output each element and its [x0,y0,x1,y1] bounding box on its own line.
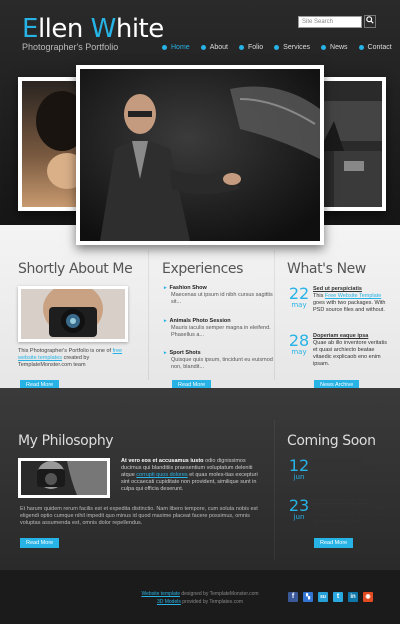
coming-read-more-button[interactable]: Read More [314,538,354,548]
section-title-coming-soon: Coming Soon [287,433,376,449]
nav-services[interactable]: Services [274,44,310,51]
news-item: 22 may Sed ut perspiciatis This Free Web… [288,284,386,314]
nav-folio[interactable]: Folio [238,44,263,51]
divider [274,420,275,560]
search-button[interactable] [364,15,376,28]
about-photo [18,286,128,342]
section-title-philosophy: My Philosophy [18,433,114,449]
news-date: 28 may [288,331,310,356]
coming-item: 23 jun Doperiam eaque ipsa Quae ab illo … [288,496,388,526]
about-text: This Photographer's Portfolio is one of … [18,348,123,368]
news-link[interactable]: Free Website Template [325,293,381,299]
philosophy-text: Et harum quidem rerum facilis est et exp… [20,506,258,526]
section-title-about: Shortly About Me [18,261,133,277]
linkedin-icon[interactable]: in [348,592,358,602]
photo-image [21,461,107,495]
bullet-icon [238,45,244,50]
bullet-icon [200,45,206,50]
photo-image [21,289,125,339]
philosophy-lead: At vero eos et accusamus iusto odio dign… [121,458,258,492]
nav-about[interactable]: About [200,44,228,51]
news-date: 22 may [288,284,310,309]
stumbleupon-icon[interactable]: su [318,592,328,602]
delicious-icon[interactable]: ▚ [303,592,313,602]
nav-home[interactable]: Home [162,44,190,51]
twitter-icon[interactable]: t [333,592,343,602]
divider [148,250,149,380]
section-title-experiences: Experiences [162,261,243,277]
coming-item: 12 jun Sed ut perspiciatis Unde omnis is… [288,456,389,486]
search-input[interactable]: Site Search [298,16,362,28]
experience-item: Animals Photo Session Mauris iaculis sem… [164,318,274,339]
tagline: Photographer's Portfolio [22,42,119,52]
news-item: 28 may Doperiam eaque ipsa Quae ab illo … [288,331,387,368]
facebook-icon[interactable]: f [288,592,298,602]
philosophy-photo [18,458,110,498]
photo-image [314,81,382,207]
rss-icon[interactable]: ◉ [363,592,373,602]
main-nav: Home About Folio Services News Contact [162,44,400,51]
philosophy-link[interactable]: corrupti quos dolores [136,472,187,478]
search-icon [366,16,374,24]
footer-link[interactable]: Website template [141,591,180,597]
nav-contact[interactable]: Contact [358,44,392,51]
logo[interactable]: Ellen White [22,14,164,44]
divider [274,250,275,380]
photo-image [80,69,320,241]
photo-image [22,81,84,207]
philosophy-read-more-button[interactable]: Read More [20,538,60,548]
coming-date: 12 jun [288,456,310,481]
section-title-whats-new: What's New [287,261,366,277]
bullet-icon [162,45,167,50]
nav-news[interactable]: News [321,44,348,51]
bullet-icon [358,45,364,50]
gallery-photo-main[interactable] [76,65,324,245]
bullet-icon [321,45,327,50]
experience-item: Fashion Show Maecenas ut ipsum id nibh c… [164,285,274,306]
coming-date: 23 jun [288,496,310,521]
footer-link[interactable]: 3D Models [157,599,181,605]
bullet-icon [274,45,280,50]
social-links: f ▚ su t in ◉ [288,592,373,602]
experience-item: Sport Shots Quisque quis ipsum, tincidun… [164,350,274,371]
